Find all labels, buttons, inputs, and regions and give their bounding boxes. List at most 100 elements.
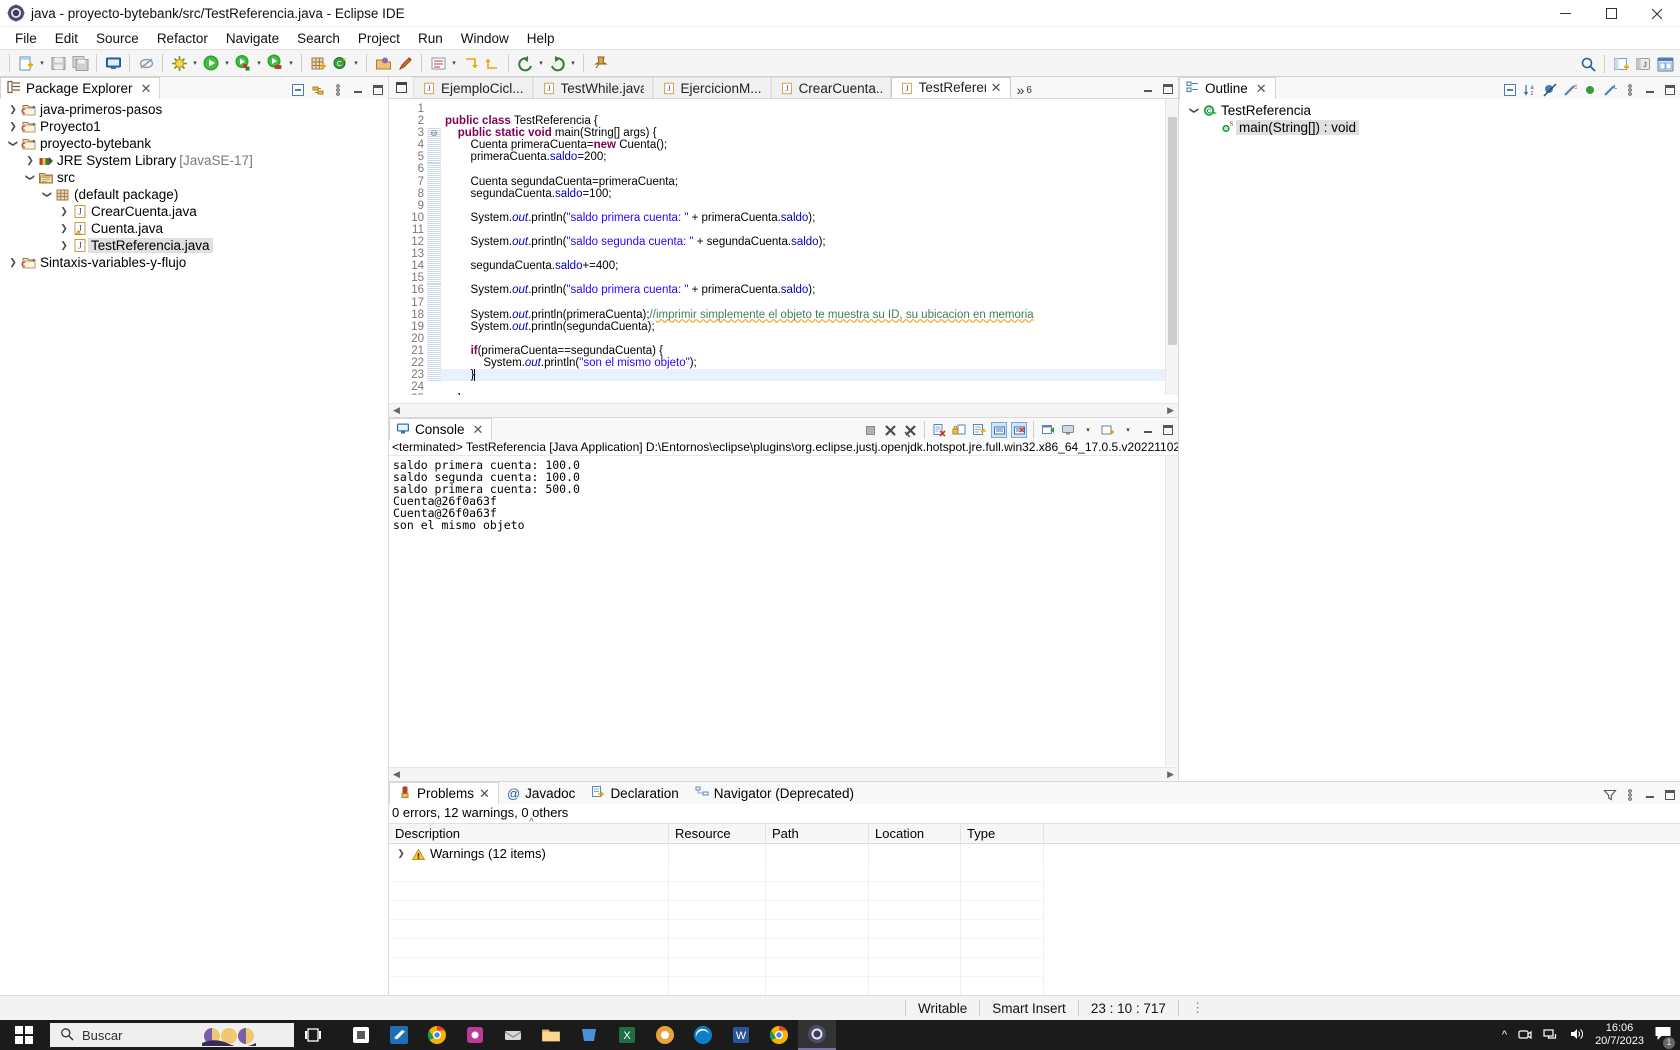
tab-problems[interactable]: Problems ✕ (389, 782, 499, 804)
visual-studio-code-icon[interactable] (380, 1020, 418, 1050)
new-dropdown[interactable]: ▾ (37, 52, 47, 74)
tree-item[interactable]: ❯ Proyecto1 (0, 118, 388, 135)
code-line[interactable]: primeraCuenta.saldo=200; (441, 151, 1178, 163)
code-line[interactable] (441, 224, 1178, 236)
code-line[interactable] (441, 163, 1178, 175)
code-line[interactable] (441, 103, 1178, 115)
fold-toggle-icon[interactable]: ⊖ (427, 127, 441, 140)
display-selected-console-icon[interactable] (1060, 422, 1076, 438)
notifications-icon[interactable]: 1 (1654, 1025, 1675, 1049)
eclipse-icon[interactable] (798, 1020, 836, 1050)
code-line[interactable] (441, 272, 1178, 284)
file-explorer-icon[interactable] (532, 1020, 570, 1050)
code-line[interactable]: } (441, 393, 1178, 395)
minimize-icon[interactable] (1642, 82, 1658, 98)
camera-icon[interactable] (1517, 1026, 1533, 1045)
maximize-icon[interactable] (1662, 82, 1678, 98)
show-hidden-icons[interactable]: ^ (1502, 1029, 1507, 1041)
new-icon[interactable] (15, 52, 37, 74)
code-line[interactable] (441, 248, 1178, 260)
code-line[interactable]: public static void main(String[] args) { (441, 127, 1178, 139)
back-dropdown[interactable]: ▾ (536, 52, 546, 74)
editor-tab-1[interactable]: J TestWhile.java (532, 77, 653, 98)
code-line[interactable] (441, 381, 1178, 393)
menu-window[interactable]: Window (452, 29, 518, 48)
console-horizontal-scrollbar[interactable]: ◀ ▶ (389, 767, 1178, 781)
column-header-path[interactable]: Path (766, 823, 869, 844)
tree-item[interactable]: ❯ JRE System Library [JavaSE-17] (0, 152, 388, 169)
editor-vertical-scrollbar[interactable] (1165, 99, 1178, 395)
menu-navigate[interactable]: Navigate (217, 29, 288, 48)
menu-source[interactable]: Source (87, 29, 148, 48)
code-line[interactable] (441, 297, 1178, 309)
chevron-down-icon[interactable]: ❯ (25, 171, 36, 185)
volume-icon[interactable] (1569, 1026, 1585, 1045)
console-output[interactable]: saldo primera cuenta: 100.0 saldo segunda… (389, 456, 1164, 766)
view-menu-icon[interactable] (1622, 82, 1638, 98)
editor-overflow-icon[interactable]: » (1017, 82, 1025, 98)
code-line[interactable] (441, 200, 1178, 212)
tree-item[interactable]: ❯ J Cuenta.java (0, 220, 388, 237)
console-icon[interactable] (102, 52, 124, 74)
tab-outline[interactable]: Outline ✕ (1179, 77, 1276, 99)
maximize-icon[interactable] (1160, 422, 1176, 438)
terminate-icon[interactable] (862, 422, 878, 438)
view-menu-icon[interactable] (1622, 787, 1638, 803)
outline-item[interactable]: Smain(String[]) : void (1179, 119, 1680, 136)
column-header-description[interactable]: Description ^ (389, 817, 669, 844)
chevron-right-icon[interactable]: ❯ (57, 240, 71, 251)
chevron-down-icon[interactable]: ❯ (42, 188, 53, 202)
build-dropdown[interactable]: ▾ (190, 52, 200, 74)
java-ee-perspective-icon[interactable] (1654, 53, 1676, 75)
code-line[interactable]: System.out.println(primeraCuenta);//impr… (441, 309, 1178, 321)
source-code[interactable]: public class TestReferencia { public sta… (441, 99, 1178, 395)
code-line[interactable]: if(primeraCuenta==segundaCuenta) { (441, 345, 1178, 357)
editor-tab-4[interactable]: J TestReferenc... ✕ (890, 77, 1011, 98)
maximize-button[interactable] (1588, 0, 1634, 27)
open-type-icon[interactable] (372, 52, 394, 74)
remove-launch-icon[interactable] (882, 422, 898, 438)
search-icon[interactable] (1577, 53, 1599, 75)
save-icon[interactable] (47, 52, 69, 74)
menu-refactor[interactable]: Refactor (148, 29, 217, 48)
new-java-package-icon[interactable] (307, 52, 329, 74)
code-editor[interactable]: 1234567891011121314151617181920212223242… (389, 99, 1178, 395)
hide-nonpublic-icon[interactable] (1582, 82, 1598, 98)
collapse-all-icon[interactable] (1502, 82, 1518, 98)
status-overflow-icon[interactable]: ⋮ (1179, 1000, 1217, 1016)
chevron-right-icon[interactable]: ❯ (57, 206, 71, 217)
tree-item[interactable]: ❯ proyecto-bytebank (0, 135, 388, 152)
chevron-right-icon[interactable]: ❯ (6, 104, 20, 115)
new-class-dropdown[interactable]: ▾ (351, 52, 361, 74)
code-line[interactable]: System.out.println("saldo primera cuenta… (441, 284, 1178, 296)
toggle-breadcrumb-icon[interactable] (135, 52, 157, 74)
show-console-on-error-icon[interactable] (1011, 422, 1027, 438)
editor-tab-0[interactable]: J EjemploCicl... (413, 77, 533, 98)
mail-icon[interactable] (494, 1020, 532, 1050)
chrome-icon[interactable] (760, 1020, 798, 1050)
run-dropdown[interactable]: ▾ (222, 52, 232, 74)
tab-declaration[interactable]: Declaration (583, 782, 686, 804)
close-icon[interactable]: ✕ (1256, 81, 1267, 97)
menu-search[interactable]: Search (288, 29, 349, 48)
code-line[interactable]: Cuenta segundaCuenta=primeraCuenta; (441, 176, 1178, 188)
word-wrap-icon[interactable] (971, 422, 987, 438)
maximize-icon[interactable] (1662, 787, 1678, 803)
code-line[interactable]: public class TestReferencia { (441, 115, 1178, 127)
tab-javadoc[interactable]: @ Javadoc (499, 782, 584, 804)
scroll-left-arrow[interactable]: ◀ (393, 769, 400, 780)
tree-item[interactable]: ❯ java-primeros-pasos (0, 101, 388, 118)
editor-tab-2[interactable]: J EjercicionM... (652, 77, 771, 98)
minimize-icon[interactable] (350, 82, 366, 98)
tree-item[interactable]: ❯ (default package) (0, 186, 388, 203)
debug-icon[interactable] (232, 52, 254, 74)
maximize-icon[interactable] (1160, 81, 1176, 97)
code-line[interactable]: segundaCuenta.saldo+=400; (441, 260, 1178, 272)
menu-file[interactable]: File (6, 29, 46, 48)
show-console-on-output-icon[interactable] (991, 422, 1007, 438)
minimize-icon[interactable] (1642, 787, 1658, 803)
annotation-dropdown[interactable]: ▾ (449, 52, 459, 74)
hide-fields-icon[interactable] (1542, 82, 1558, 98)
collapse-all-icon[interactable] (290, 82, 306, 98)
console-dropdown-icon[interactable]: ▾ (1080, 422, 1096, 438)
